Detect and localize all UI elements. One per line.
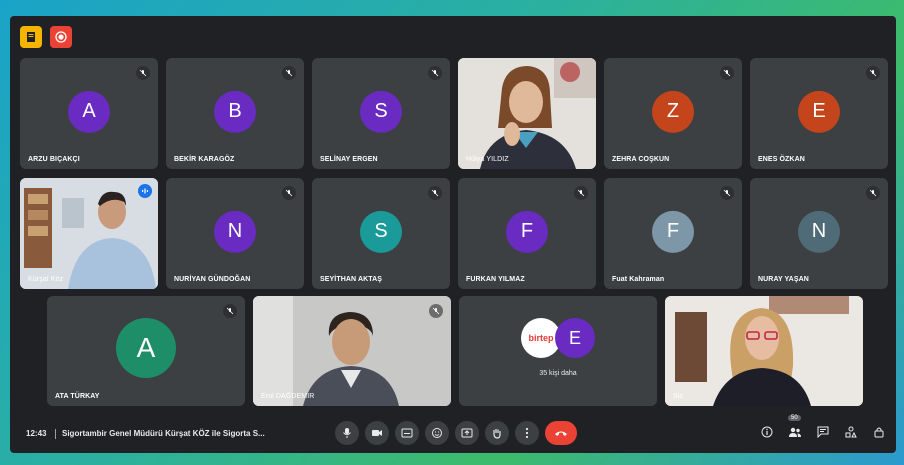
mic-off-icon	[866, 66, 880, 80]
mic-off-icon	[136, 66, 150, 80]
participant-tile[interactable]: A ATA TÜRKAY	[47, 296, 245, 406]
participant-tile[interactable]: S SEYİTHAN AKTAŞ	[312, 178, 450, 289]
participant-name: ATA TÜRKAY	[55, 393, 100, 400]
camera-icon	[372, 430, 382, 436]
info-icon	[761, 426, 773, 438]
people-icon	[789, 427, 801, 437]
present-icon	[461, 428, 473, 438]
participant-tile[interactable]: F FURKAN YILMAZ	[458, 178, 596, 289]
call-controls	[335, 421, 577, 445]
end-call-icon	[555, 431, 567, 436]
more-vert-icon	[525, 427, 529, 439]
mic-off-icon	[282, 186, 296, 200]
effects-button[interactable]	[425, 421, 449, 445]
meeting-clock: 12:43	[26, 429, 47, 438]
recording-icon[interactable]	[50, 26, 72, 48]
side-controls: 50	[758, 415, 888, 441]
avatar: N	[798, 210, 840, 253]
mic-off-icon	[282, 66, 296, 80]
participant-name: SELİNAY ERGEN	[320, 156, 378, 163]
participant-tile[interactable]: E ENES ÖZKAN	[750, 58, 888, 169]
participant-name: Hülya YILDIZ	[466, 156, 509, 163]
participant-tile[interactable]: N NURİYAN GÜNDOĞAN	[166, 178, 304, 289]
speaking-indicator-icon	[138, 184, 152, 198]
participant-tile[interactable]: S SELİNAY ERGEN	[312, 58, 450, 169]
self-video-tile[interactable]: Siz	[665, 296, 863, 406]
raise-hand-button[interactable]	[485, 421, 509, 445]
participant-video-tile[interactable]: Erol DAĞDEMİR	[253, 296, 451, 406]
avatar: A	[116, 318, 176, 378]
participant-name: NURİYAN GÜNDOĞAN	[174, 276, 251, 283]
people-count-badge: 50	[788, 415, 801, 421]
camera-feed-image	[458, 58, 596, 169]
participant-name: ARZU BIÇAKÇI	[28, 156, 80, 163]
leave-call-button[interactable]	[545, 421, 577, 445]
mic-off-icon	[574, 186, 588, 200]
participant-tile[interactable]: N NURAY YAŞAN	[750, 178, 888, 289]
camera-button[interactable]	[365, 421, 389, 445]
participant-name: ZEHRA COŞKUN	[612, 156, 670, 163]
mic-off-icon	[720, 186, 734, 200]
participant-name: Fuat Kahraman	[612, 276, 665, 283]
chat-icon	[817, 426, 829, 438]
bottom-bar: 12:43 Sigortambir Genel Müdürü Kürşat KÖ…	[10, 415, 896, 453]
logo-text: birtep	[528, 333, 554, 343]
activities-icon	[845, 426, 857, 438]
captions-icon	[401, 428, 413, 438]
activities-button[interactable]	[842, 423, 860, 441]
avatar: E	[798, 90, 840, 133]
avatar: S	[360, 90, 402, 133]
avatar: F	[506, 210, 548, 253]
people-button[interactable]: 50	[786, 415, 804, 441]
participant-tile[interactable]: B BEKİR KARAGÖZ	[166, 58, 304, 169]
mic-off-icon	[429, 304, 443, 318]
hand-icon	[493, 429, 501, 439]
avatar: S	[360, 210, 402, 253]
participant-name: BEKİR KARAGÖZ	[174, 156, 235, 163]
avatar: B	[214, 90, 256, 133]
divider	[55, 429, 56, 439]
participant-tile[interactable]: F Fuat Kahraman	[604, 178, 742, 289]
active-speaker-tile[interactable]: Kürşat Köz	[20, 178, 158, 289]
participant-name: ENES ÖZKAN	[758, 156, 805, 163]
participant-tile[interactable]: Z ZEHRA COŞKUN	[604, 58, 742, 169]
more-participants-tile[interactable]: birtep E 35 kişi daha	[459, 296, 657, 406]
emoji-icon	[432, 428, 442, 438]
mic-icon	[343, 428, 351, 438]
participant-tile[interactable]: A ARZU BIÇAKÇI	[20, 58, 158, 169]
avatar: N	[214, 210, 256, 253]
camera-feed-image	[20, 178, 158, 289]
meeting-title: Sigortambir Genel Müdürü Kürşat KÖZ ile …	[62, 429, 265, 438]
avatar: Z	[652, 90, 694, 133]
more-participants-label: 35 kişi daha	[539, 370, 577, 377]
top-toolbar	[20, 26, 72, 48]
participant-video-tile[interactable]: Hülya YILDIZ	[458, 58, 596, 169]
mic-off-icon	[223, 304, 237, 318]
avatar: F	[652, 210, 694, 253]
participant-name: FURKAN YILMAZ	[466, 276, 525, 283]
mic-button[interactable]	[335, 421, 359, 445]
participant-name: SEYİTHAN AKTAŞ	[320, 276, 383, 283]
avatar: E	[555, 318, 595, 358]
meeting-info-button[interactable]	[758, 423, 776, 441]
host-controls-button[interactable]	[870, 423, 888, 441]
lock-icon	[874, 427, 884, 438]
mic-off-icon	[428, 66, 442, 80]
participant-name: Siz	[673, 393, 684, 400]
avatar: A	[68, 90, 110, 133]
mic-off-icon	[720, 66, 734, 80]
mic-off-icon	[866, 186, 880, 200]
captions-button[interactable]	[395, 421, 419, 445]
camera-feed-image	[253, 296, 451, 406]
meet-window: A ARZU BIÇAKÇI B BEKİR KARAGÖZ S SELİNAY…	[10, 16, 896, 453]
participant-name: NURAY YAŞAN	[758, 276, 809, 283]
notes-icon[interactable]	[20, 26, 42, 48]
more-options-button[interactable]	[515, 421, 539, 445]
present-button[interactable]	[455, 421, 479, 445]
participant-name: Kürşat Köz	[28, 276, 64, 283]
chat-button[interactable]	[814, 423, 832, 441]
camera-feed-image	[665, 296, 863, 406]
mic-off-icon	[428, 186, 442, 200]
participant-name: Erol DAĞDEMİR	[261, 393, 315, 400]
